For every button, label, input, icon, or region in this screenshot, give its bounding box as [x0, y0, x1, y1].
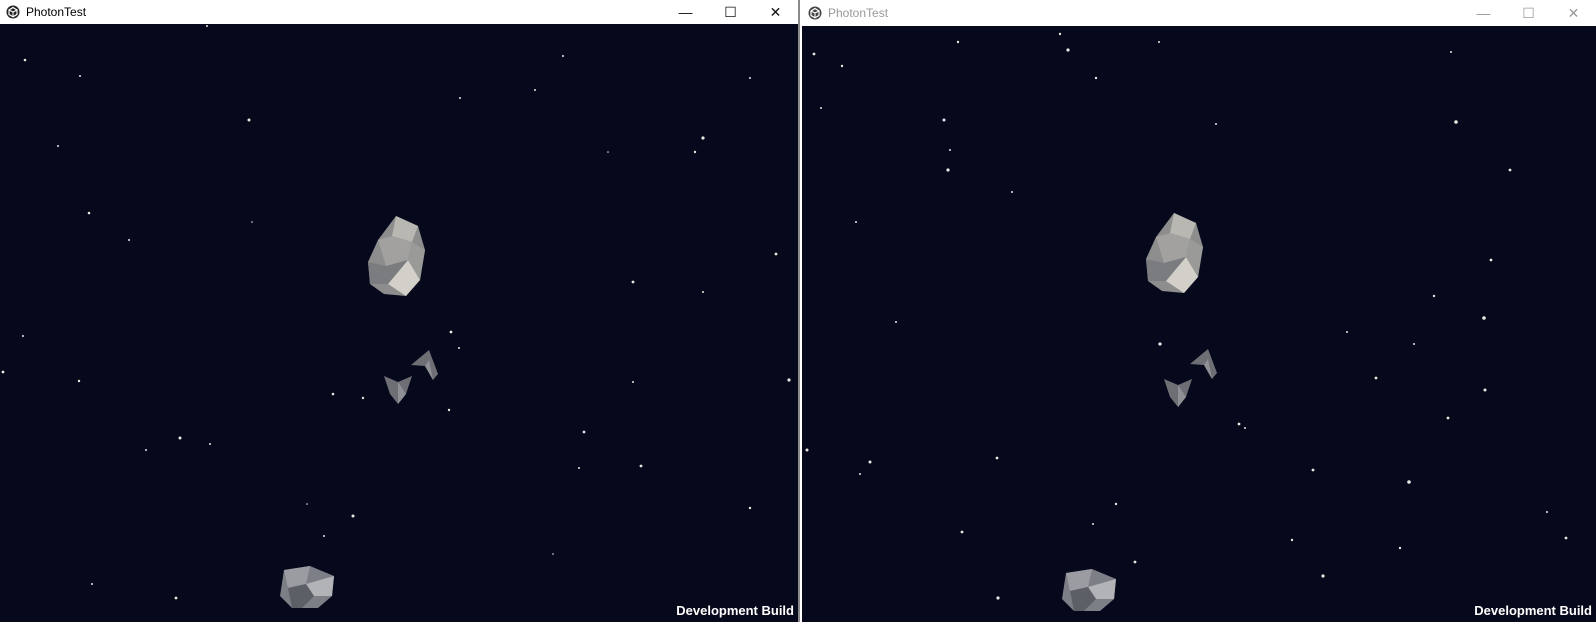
game-viewport[interactable]: Development Build	[0, 24, 798, 622]
unity-logo-icon	[808, 6, 822, 20]
ship-right	[1190, 349, 1217, 379]
minimize-button[interactable]: —	[663, 0, 708, 24]
development-build-label: Development Build	[676, 603, 794, 618]
starfield	[1, 25, 791, 600]
window-title: PhotonTest	[828, 6, 889, 20]
maximize-button[interactable]: ☐	[1506, 0, 1551, 26]
space-scene	[805, 32, 1568, 611]
ship-left	[384, 376, 412, 404]
space-scene	[1, 25, 791, 608]
unity-logo-icon	[6, 5, 20, 19]
large-asteroid	[1146, 213, 1203, 293]
small-asteroid	[1062, 569, 1116, 611]
ship-right	[411, 350, 438, 380]
maximize-button[interactable]: ☐	[708, 0, 753, 24]
ship-left	[1164, 379, 1192, 407]
development-build-label: Development Build	[1474, 603, 1592, 618]
starfield	[805, 32, 1568, 600]
game-window-right[interactable]: PhotonTest — ☐ ✕ Development Build	[802, 0, 1596, 622]
large-asteroid	[368, 216, 425, 296]
title-bar[interactable]: PhotonTest — ☐ ✕	[802, 0, 1596, 26]
game-window-left[interactable]: PhotonTest — ☐ ✕ Development Build	[0, 0, 800, 622]
close-button[interactable]: ✕	[1551, 0, 1596, 26]
small-asteroid	[280, 566, 334, 608]
minimize-button[interactable]: —	[1461, 0, 1506, 26]
close-button[interactable]: ✕	[753, 0, 798, 24]
title-bar[interactable]: PhotonTest — ☐ ✕	[0, 0, 798, 24]
window-title: PhotonTest	[26, 5, 87, 19]
game-viewport[interactable]: Development Build	[802, 26, 1596, 622]
